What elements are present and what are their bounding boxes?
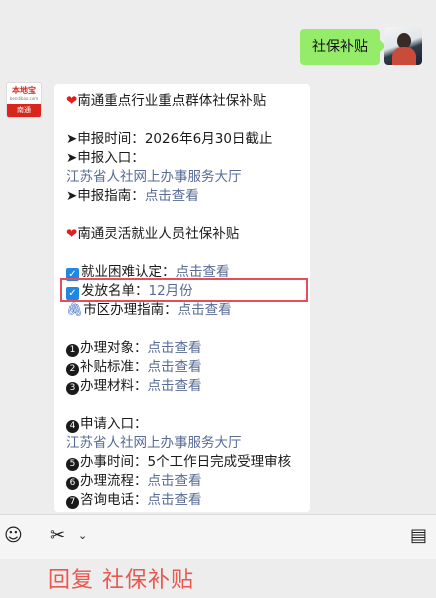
checkbox-icon: ✓: [66, 268, 79, 281]
number-badge: 7: [66, 496, 79, 509]
item5-row: 5 办事时间：5个工作日完成受理审核: [66, 453, 300, 472]
menu-list-icon[interactable]: ▤: [410, 525, 427, 547]
user-message-text: 社保补贴: [312, 39, 368, 55]
heart-icon: ❤: [66, 93, 78, 109]
bot-message-bubble: ❤南通重点行业重点群体社保补贴 ➤申报时间：2026年6月30日截止 ➤申报入口…: [54, 84, 310, 512]
item2-label: 补贴标准：: [80, 359, 148, 375]
apply-guide-link[interactable]: 点击查看: [145, 188, 199, 204]
chevron-down-icon[interactable]: ⌄: [78, 525, 87, 547]
user-avatar[interactable]: [384, 27, 422, 65]
item1-row: 1 办理对象：点击查看: [66, 339, 300, 358]
item5-label: 办事时间：: [80, 454, 148, 470]
item6-label: 办理流程：: [80, 473, 148, 489]
number-badge: 1: [66, 344, 79, 357]
city-guide-row: 🖇市区办理指南：点击查看: [66, 301, 300, 320]
difficulty-row: ✓ 就业困难认定：点击查看: [66, 263, 300, 282]
item2-link[interactable]: 点击查看: [148, 359, 202, 375]
city-guide-label: 市区办理指南：: [83, 302, 178, 318]
number-badge: 5: [66, 458, 79, 471]
item3-label: 办理材料：: [80, 378, 148, 394]
city-guide-link[interactable]: 点击查看: [178, 302, 232, 318]
number-badge: 3: [66, 382, 79, 395]
section1-title: 南通重点行业重点群体社保补贴: [77, 93, 267, 109]
section2-heading: ❤南通灵活就业人员社保补贴: [66, 225, 300, 244]
number-badge: 6: [66, 477, 79, 490]
emoji-icon[interactable]: ☺: [4, 525, 23, 547]
heart-icon: ❤: [66, 226, 78, 242]
item2-row: 2 补贴标准：点击查看: [66, 358, 300, 377]
number-badge: 2: [66, 363, 79, 376]
apply-time-label: ➤申报时间：: [66, 131, 145, 147]
item1-label: 办理对象：: [80, 340, 148, 356]
apply-time-row: ➤申报时间：2026年6月30日截止: [66, 130, 300, 149]
item6-row: 6 办理流程：点击查看: [66, 472, 300, 491]
checkbox-icon: ✓: [66, 287, 79, 300]
bot-avatar[interactable]: 本地宝 bendibao.com 南通: [6, 82, 42, 118]
item3-link[interactable]: 点击查看: [148, 378, 202, 394]
list-label: 发放名单：: [81, 283, 149, 299]
section1-heading: ❤南通重点行业重点群体社保补贴: [66, 92, 300, 111]
item1-link[interactable]: 点击查看: [148, 340, 202, 356]
apply-guide-label: ➤申报指南：: [66, 188, 145, 204]
list-link[interactable]: 12月份: [149, 283, 193, 299]
item6-link[interactable]: 点击查看: [148, 473, 202, 489]
apply-guide-row: ➤申报指南：点击查看: [66, 187, 300, 206]
item4-label: 申请入口：: [80, 416, 148, 432]
apply-time-value: 2026年6月30日截止: [144, 131, 273, 147]
chat-toolbar: ☺ ✂ ⌄ ▤: [0, 514, 436, 559]
apply-entry-row: ➤申报入口：: [66, 149, 300, 168]
bot-logo-subtext: bendibao.com: [9, 96, 39, 101]
scissors-icon[interactable]: ✂: [50, 525, 65, 547]
number-badge: 4: [66, 420, 79, 433]
section2-title: 南通灵活就业人员社保补贴: [77, 226, 240, 242]
user-message-bubble[interactable]: 社保补贴: [300, 29, 386, 65]
item5-value: 5个工作日完成受理审核: [147, 454, 292, 470]
item7-label: 咨询电话：: [80, 492, 148, 508]
item3-row: 3 办理材料：点击查看: [66, 377, 300, 396]
list-row: ✓ 发放名单：12月份: [66, 282, 300, 301]
item7-row: 7 咨询电话：点击查看: [66, 491, 300, 510]
apply-entry-label: ➤申报入口：: [66, 150, 145, 166]
apply-entry-link[interactable]: 江苏省人社网上办事服务大厅: [66, 169, 242, 185]
bot-logo-city: 南通: [7, 104, 41, 117]
difficulty-link[interactable]: 点击查看: [176, 264, 230, 280]
reply-hint: 回复 社保补贴: [48, 568, 194, 593]
paperclip-icon: 🖇: [66, 302, 84, 318]
item4-row: 4 申请入口：: [66, 415, 300, 434]
difficulty-label: 就业困难认定：: [81, 264, 176, 280]
item7-link[interactable]: 点击查看: [148, 492, 202, 508]
item4-link[interactable]: 江苏省人社网上办事服务大厅: [66, 435, 242, 451]
bot-logo-text: 本地宝: [12, 86, 36, 95]
